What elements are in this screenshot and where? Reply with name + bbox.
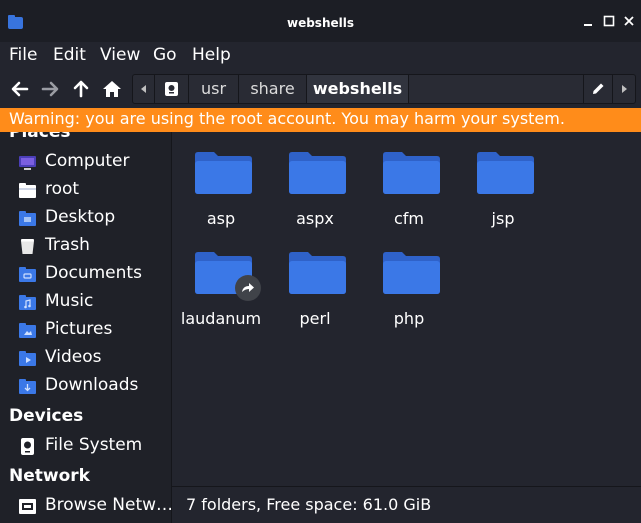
- folder-item-cfm[interactable]: cfm: [362, 132, 456, 232]
- sidebar-item-label: Documents: [45, 263, 142, 283]
- documents-folder-icon: [19, 267, 36, 282]
- sidebar-item-label: Computer: [45, 151, 130, 171]
- folder-name: cfm: [393, 209, 424, 228]
- folder-name: jsp: [491, 209, 515, 228]
- sidebar: Places Computer root Desktop Trash Docum…: [0, 132, 171, 523]
- edit-path-icon[interactable]: [583, 75, 613, 103]
- maximize-icon[interactable]: [602, 14, 616, 28]
- path-bar: usr share webshells: [132, 74, 636, 104]
- sidebar-item-videos[interactable]: Videos: [0, 344, 171, 372]
- sidebar-item-music[interactable]: Music: [0, 288, 171, 316]
- folder-icon: [383, 152, 440, 194]
- status-text: 7 folders, Free space: 61.0 GiB: [186, 495, 432, 514]
- drive-icon: [21, 438, 34, 455]
- sidebar-item-label: Downloads: [45, 375, 139, 395]
- folder-name: php: [393, 309, 425, 328]
- status-bar: 7 folders, Free space: 61.0 GiB: [172, 486, 641, 523]
- folder-icon: [195, 152, 252, 194]
- folder-name: aspx: [296, 209, 334, 228]
- folder-name: laudanum: [180, 309, 262, 328]
- sidebar-item-label: Desktop: [45, 207, 116, 227]
- folder-name: asp: [206, 209, 236, 228]
- path-share[interactable]: share: [239, 75, 307, 103]
- sidebar-item-label: Browse Netw…: [45, 495, 171, 515]
- downloads-folder-icon: [19, 379, 36, 394]
- path-scroll-right[interactable]: [613, 75, 635, 103]
- sidebar-item-file-system[interactable]: File System: [0, 432, 171, 460]
- home-icon[interactable]: [99, 76, 125, 102]
- menu-view[interactable]: View: [100, 45, 140, 65]
- places-heading: Places: [9, 132, 71, 142]
- back-arrow-icon[interactable]: [7, 76, 33, 102]
- close-icon[interactable]: [622, 14, 636, 28]
- folder-name: perl: [299, 309, 331, 328]
- sidebar-item-pictures[interactable]: Pictures: [0, 316, 171, 344]
- sidebar-item-label: File System: [45, 435, 143, 455]
- computer-icon: [19, 156, 36, 170]
- sidebar-item-computer[interactable]: Computer: [0, 148, 171, 176]
- sidebar-item-label: Trash: [45, 235, 90, 255]
- folder-icon: [289, 252, 346, 294]
- folder-item-asp[interactable]: asp: [174, 132, 268, 232]
- home-folder-icon: [19, 183, 36, 198]
- sidebar-item-label: Music: [45, 291, 94, 311]
- up-arrow-icon[interactable]: [68, 76, 94, 102]
- network-icon: [19, 499, 36, 514]
- title-bar: webshells: [0, 0, 641, 42]
- symlink-arrow-icon: [235, 275, 261, 301]
- warning-text: Warning: you are using the root account.…: [9, 109, 565, 128]
- folder-item-jsp[interactable]: jsp: [456, 132, 550, 232]
- folder-icon: [289, 152, 346, 194]
- sidebar-item-downloads[interactable]: Downloads: [0, 372, 171, 400]
- folder-item-perl[interactable]: perl: [268, 232, 362, 332]
- folder-item-aspx[interactable]: aspx: [268, 132, 362, 232]
- path-scroll-left[interactable]: [133, 75, 155, 103]
- path-usr[interactable]: usr: [189, 75, 239, 103]
- menu-help[interactable]: Help: [192, 45, 231, 65]
- window-title: webshells: [286, 16, 354, 30]
- sidebar-item-label: Videos: [45, 347, 102, 367]
- pictures-folder-icon: [19, 323, 36, 338]
- sidebar-item-desktop[interactable]: Desktop: [0, 204, 171, 232]
- network-heading: Network: [9, 466, 90, 486]
- forward-arrow-icon[interactable]: [37, 76, 63, 102]
- trash-icon: [21, 239, 34, 254]
- root-warning-bar: Warning: you are using the root account.…: [0, 108, 641, 132]
- sidebar-item-trash[interactable]: Trash: [0, 232, 171, 260]
- toolbar: usr share webshells: [0, 70, 641, 108]
- drive-icon: [165, 82, 178, 96]
- minimize-icon[interactable]: [581, 14, 595, 28]
- file-view: asp aspx cfm jsp laudanum perl php: [172, 132, 641, 486]
- music-folder-icon: [19, 295, 36, 310]
- sidebar-item-documents[interactable]: Documents: [0, 260, 171, 288]
- folder-icon: [477, 152, 534, 194]
- menu-bar: File Edit View Go Help: [0, 42, 641, 70]
- folder-item-php[interactable]: php: [362, 232, 456, 332]
- path-root[interactable]: [155, 75, 189, 103]
- menu-file[interactable]: File: [9, 45, 37, 65]
- folder-icon: [383, 252, 440, 294]
- videos-folder-icon: [19, 351, 36, 366]
- menu-go[interactable]: Go: [153, 45, 177, 65]
- sidebar-item-label: root: [45, 179, 80, 199]
- sidebar-item-label: Pictures: [45, 319, 113, 339]
- menu-edit[interactable]: Edit: [53, 45, 86, 65]
- sidebar-item-root[interactable]: root: [0, 176, 171, 204]
- desktop-folder-icon: [19, 211, 36, 226]
- sidebar-item-browse-network[interactable]: Browse Netw…: [0, 492, 171, 520]
- path-webshells[interactable]: webshells: [307, 75, 409, 103]
- devices-heading: Devices: [9, 406, 84, 426]
